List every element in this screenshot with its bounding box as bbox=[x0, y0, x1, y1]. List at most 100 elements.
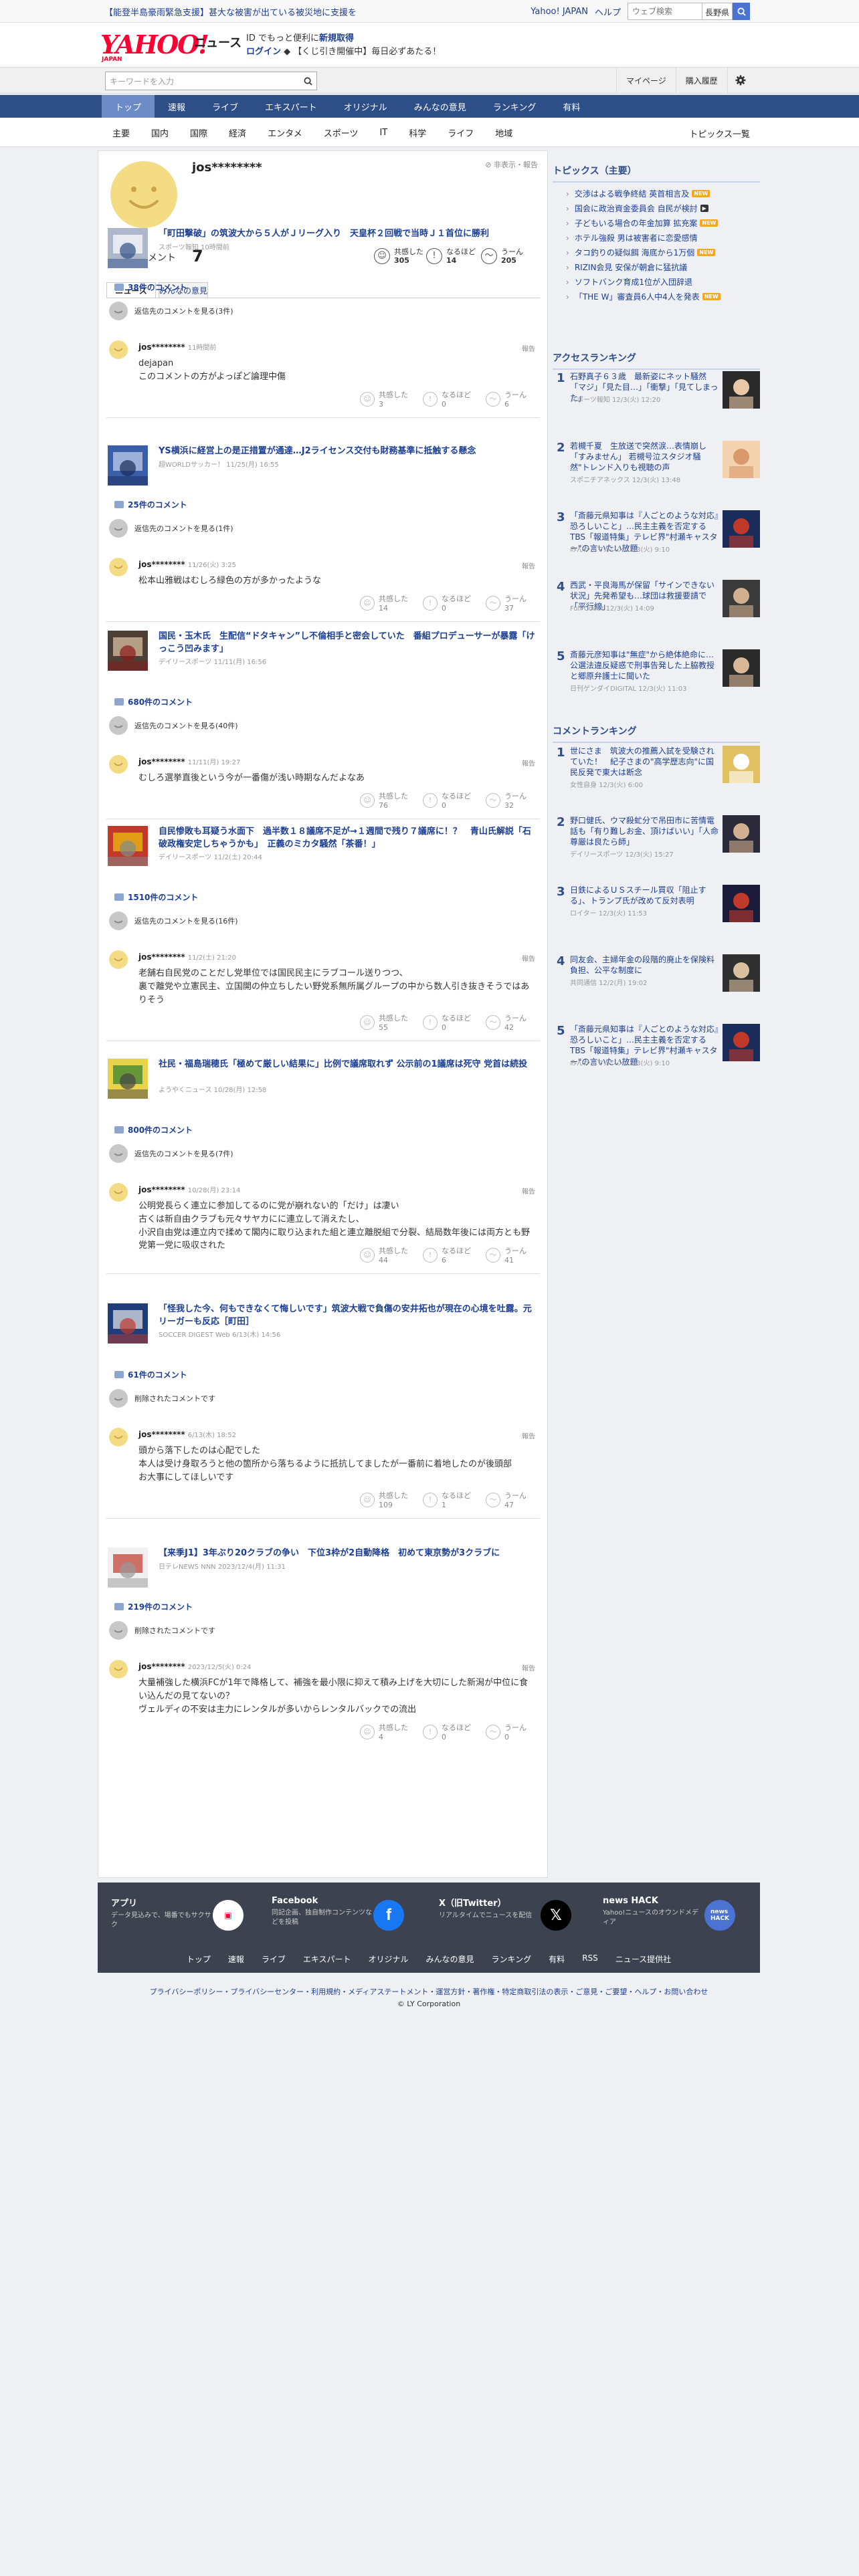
rank-title[interactable]: 斎藤元彦知事は"無症"から絶体絶命に…公選法違反疑惑で刑事告発した上脇教授と郷原… bbox=[570, 649, 719, 682]
yahoo-logo[interactable]: YAHOO! bbox=[100, 29, 209, 60]
insight-button[interactable]: ! なるほど 0 bbox=[423, 1723, 475, 1742]
footer-nav-item[interactable]: みんなの意見 bbox=[426, 1953, 474, 1965]
article-title[interactable]: 「町田撃破」の筑波大から５人がＪリーグ入り 天皇杯２回戦で当時Ｊ１首位に勝利 bbox=[159, 228, 537, 241]
location-select[interactable]: 長野県 bbox=[701, 3, 733, 20]
comment-count-link[interactable]: 25件のコメント bbox=[114, 499, 187, 510]
hmm-button[interactable]: ～ うーん 0 bbox=[486, 1723, 538, 1742]
comment-user-name[interactable]: jos******** bbox=[138, 952, 185, 962]
empathy-button[interactable]: ☺ 共感した 4 bbox=[360, 1723, 412, 1742]
comment-user[interactable]: jos******** 10/28(月) 23:14 bbox=[138, 1184, 240, 1194]
rank-thumbnail[interactable] bbox=[723, 371, 760, 409]
global-nav-item[interactable]: ランキング bbox=[480, 95, 550, 118]
empathy-button[interactable]: ☺ 共感した 14 bbox=[360, 595, 412, 613]
topic-title[interactable]: 国会に政治資金委員会 自民が検討 bbox=[575, 203, 698, 214]
topic-item[interactable]: ホテル強殺 男は被害者に恋愛感情 bbox=[566, 232, 698, 243]
comment-count-link[interactable]: 219件のコメント bbox=[114, 1601, 193, 1612]
rank-thumbnail[interactable] bbox=[723, 746, 760, 783]
comment-user-name[interactable]: jos******** bbox=[138, 1430, 185, 1439]
rank-title[interactable]: 同友会、主婦年金の段階的廃止を保険料負担、公平な制度に bbox=[570, 954, 719, 976]
comment-count-link[interactable]: 680件のコメント bbox=[114, 696, 193, 708]
comment-user[interactable]: jos******** 11/26(火) 3:25 bbox=[138, 559, 236, 569]
report-link[interactable]: 報告 bbox=[522, 758, 535, 768]
empathy-button[interactable]: ☺ 共感した 44 bbox=[360, 1247, 412, 1265]
footer-nav-item[interactable]: ニュース提供社 bbox=[615, 1953, 671, 1965]
rank-thumbnail[interactable] bbox=[723, 885, 760, 922]
article-thumbnail[interactable] bbox=[108, 631, 148, 671]
footer-newshack-card[interactable]: news HACK Yahoo!ニュースのオウンドメディア news HACK bbox=[603, 1896, 750, 1936]
category-nav-item[interactable]: IT bbox=[369, 118, 398, 147]
hmm-button[interactable]: ～ うーん 32 bbox=[486, 792, 538, 811]
web-search-input[interactable] bbox=[627, 3, 702, 20]
global-nav-item[interactable]: 速報 bbox=[155, 95, 199, 118]
global-nav-item[interactable]: トップ bbox=[102, 95, 155, 118]
help-link[interactable]: ヘルプ bbox=[595, 5, 621, 18]
article-thumbnail[interactable] bbox=[108, 1059, 148, 1099]
category-nav-item[interactable]: 経済 bbox=[218, 118, 257, 147]
rank-thumbnail[interactable] bbox=[723, 1024, 760, 1061]
topic-title[interactable]: 「THE W」審査員6人中4人を発表 bbox=[575, 291, 700, 302]
insight-button[interactable]: ! なるほど 6 bbox=[423, 1247, 475, 1265]
article-thumbnail[interactable] bbox=[108, 228, 148, 268]
empathy-button[interactable]: ☺ 共感した 55 bbox=[360, 1014, 412, 1033]
category-nav-item[interactable]: 国際 bbox=[179, 118, 218, 147]
global-nav-item[interactable]: 有料 bbox=[549, 95, 593, 118]
topic-title[interactable]: ホテル強殺 男は被害者に恋愛感情 bbox=[575, 232, 698, 243]
rank-thumbnail[interactable] bbox=[723, 510, 760, 548]
category-nav-item[interactable]: 主要 bbox=[102, 118, 140, 147]
news-label[interactable]: ニュース bbox=[194, 33, 242, 51]
comment-count-link[interactable]: 1510件のコメント bbox=[114, 891, 198, 903]
category-nav-item[interactable]: 科学 bbox=[398, 118, 437, 147]
topic-title[interactable]: RIZIN会見 安保が朝倉に猛抗議 bbox=[575, 261, 687, 273]
hmm-button[interactable]: ～ うーん 41 bbox=[486, 1247, 538, 1265]
hmm-button[interactable]: ～ うーん 47 bbox=[486, 1491, 538, 1510]
topic-title[interactable]: ソフトバンク育成1位が入団辞退 bbox=[575, 276, 692, 288]
article-title[interactable]: 「怪我した今、何もできなくて悔しいです」筑波大戦で負傷の安井拓也が現在の心境を吐… bbox=[159, 1303, 537, 1329]
rank-thumbnail[interactable] bbox=[723, 954, 760, 992]
signup-link[interactable]: 新規取得 bbox=[319, 33, 354, 43]
footer-nav-item[interactable]: エキスパート bbox=[303, 1953, 351, 1965]
article-title[interactable]: YS横浜に経営上の是正措置が通達…J2ライセンス交付も財務基準に抵触する懸念 bbox=[159, 445, 537, 458]
category-nav-item[interactable]: エンタメ bbox=[257, 118, 313, 147]
search-icon[interactable] bbox=[304, 77, 312, 86]
report-link[interactable]: 報告 bbox=[522, 560, 535, 570]
global-nav-item[interactable]: エキスパート bbox=[252, 95, 330, 118]
parent-comment-link[interactable]: 返信先のコメントを見る(1件) bbox=[109, 519, 233, 538]
rank-title[interactable]: 世にさま 筑波大の推薦入試を受験されていた！ 紀子さまの"高学歴志向"に国民反発… bbox=[570, 746, 719, 778]
rank-title[interactable]: 野口健氏、ウマ殺虻分で吊田市に苦情電話も「有り難しお金、頂けばいい」「人命尊厳は… bbox=[570, 815, 719, 848]
comment-user-name[interactable]: jos******** bbox=[138, 1662, 185, 1671]
rank-thumbnail[interactable] bbox=[723, 580, 760, 617]
category-nav-item[interactable]: ライフ bbox=[437, 118, 484, 147]
comment-count-link[interactable]: 38件のコメント bbox=[114, 282, 187, 293]
rank-thumbnail[interactable] bbox=[723, 815, 760, 853]
article-title[interactable]: 国民・玉木氏 生配信“ドタキャン”し不倫相手と密会していた 番組プロデューサーが… bbox=[159, 631, 537, 656]
parent-comment-link[interactable]: 削除されたコメントです bbox=[109, 1621, 215, 1640]
comment-user-name[interactable]: jos******** bbox=[138, 1185, 185, 1194]
footer-nav-item[interactable]: トップ bbox=[187, 1953, 211, 1965]
comment-user[interactable]: jos******** 6/13(木) 18:52 bbox=[138, 1429, 236, 1439]
rank-thumbnail[interactable] bbox=[723, 441, 760, 478]
web-search-button[interactable] bbox=[733, 3, 750, 20]
comment-user-name[interactable]: jos******** bbox=[138, 757, 185, 766]
hmm-button[interactable]: ～ うーん 37 bbox=[486, 595, 538, 613]
footer-facebook-card[interactable]: Facebook 同記企画、独自制作コンテンツなどを投稿 f bbox=[272, 1896, 419, 1936]
rank-title[interactable]: 日鉄によるＵＳスチール買収「阻止する」、トランプ氏が改めて反対表明 bbox=[570, 885, 719, 906]
purchase-history-link[interactable]: 購入履歴 bbox=[675, 68, 727, 93]
category-nav-item[interactable]: 地域 bbox=[484, 118, 523, 147]
comment-count-link[interactable]: 61件のコメント bbox=[114, 1369, 187, 1380]
report-link[interactable]: 報告 bbox=[522, 343, 535, 353]
insight-button[interactable]: ! なるほど 1 bbox=[423, 1491, 475, 1510]
settings-button[interactable] bbox=[727, 68, 754, 93]
footer-app-card[interactable]: アプリ データ見込みで、場番でもサクサク ▣ bbox=[111, 1896, 258, 1936]
parent-comment-link[interactable]: 返信先のコメントを見る(16件) bbox=[109, 911, 238, 930]
footer-nav-item[interactable]: ライブ bbox=[262, 1953, 286, 1965]
footer-x-card[interactable]: X（旧Twitter） リアルタイムでニュースを配信 𝕏 bbox=[439, 1896, 586, 1936]
comment-user[interactable]: jos******** 11/2(土) 21:20 bbox=[138, 952, 236, 962]
article-title[interactable]: 自民惨敗も耳疑う水面下 過半数１８議席不足が→１週間で残り７議席に！？ 青山氏解… bbox=[159, 826, 537, 851]
topic-item[interactable]: タコ釣りの疑似餌 海底から1万個NEW bbox=[566, 247, 716, 258]
rank-thumbnail[interactable] bbox=[723, 649, 760, 687]
parent-comment-link[interactable]: 削除されたコメントです bbox=[109, 1389, 215, 1408]
category-nav-item[interactable]: スポーツ bbox=[313, 118, 369, 147]
empathy-button[interactable]: ☺ 共感した 3 bbox=[360, 391, 412, 409]
empathy-button[interactable]: ☺ 共感した 109 bbox=[360, 1491, 412, 1510]
global-nav-item[interactable]: みんなの意見 bbox=[401, 95, 480, 118]
